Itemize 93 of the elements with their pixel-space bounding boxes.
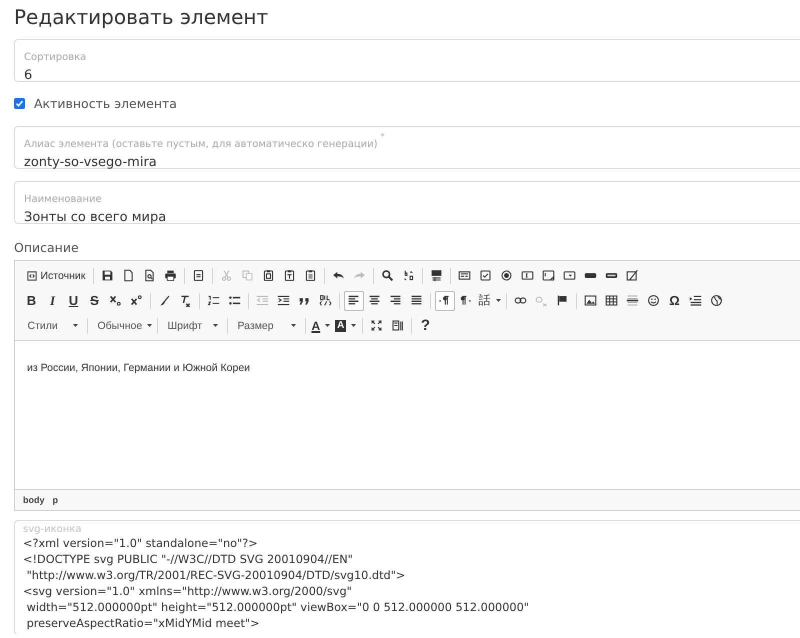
subscript-icon [109, 294, 122, 307]
code-line: width="512.000000pt" height="512.000000pt" viewBox="0 0 512.000000 512.000000" [26, 600, 529, 616]
caret-icon [290, 324, 296, 327]
hidden-field-icon [626, 269, 639, 282]
clipboard-icon [262, 269, 275, 282]
underline-button[interactable]: U [64, 290, 84, 310]
blocks-icon [390, 319, 404, 332]
italic-button[interactable]: I [42, 290, 62, 310]
horizontal-rule-icon [626, 294, 639, 307]
code-line: <!DOCTYPE svg PUBLIC "-//W3C//DTD SVG 20010904//EN" [23, 552, 353, 568]
table-icon [605, 294, 618, 307]
alias-field[interactable]: Алиас элемента (оставьте пустым, для автоматическо генерации) * zonty-so-vsego-mira [14, 126, 800, 169]
sort-field[interactable]: Сортировка 6 [14, 39, 800, 82]
clipboard-text-icon [282, 269, 296, 282]
radio-icon [500, 269, 513, 282]
description-label: Описание [14, 240, 79, 256]
path-element-link[interactable]: body [23, 495, 44, 505]
align-left-icon [347, 294, 360, 307]
source-icon [26, 270, 38, 282]
image-icon [584, 294, 597, 307]
field-label: Наименование [24, 193, 102, 206]
clear-format-icon [179, 294, 192, 307]
field-label: Алиас элемента (оставьте пустым, для автоматическо генерации) [24, 138, 378, 151]
document-lines-icon [192, 269, 205, 282]
active-checkbox[interactable] [14, 98, 25, 108]
text-field-icon [520, 269, 534, 282]
name-field[interactable]: Наименование Зонты со всего мира [14, 181, 800, 224]
field-label: svg-иконка [23, 524, 82, 536]
search-icon [380, 269, 394, 282]
dropdown[interactable]: Размер [232, 316, 302, 336]
field-label: Сортировка [24, 51, 86, 64]
form-icon [458, 269, 471, 282]
language-button[interactable]: 話 [476, 290, 502, 310]
align-right-icon [389, 294, 402, 307]
outdent-icon [256, 294, 269, 307]
scissors-icon [220, 269, 233, 282]
field-value: Зонты со всего мира [24, 209, 166, 226]
checkbox-icon [478, 269, 492, 282]
superscript-icon [130, 294, 143, 307]
page-magnifier-icon [142, 269, 156, 282]
dropdown[interactable]: Обычное [92, 316, 154, 336]
caret-icon [147, 324, 152, 327]
globe-icon [710, 294, 723, 307]
field-value: zonty-so-vsego-mira [24, 154, 157, 171]
copy-icon [240, 269, 254, 282]
div-icon [319, 294, 332, 307]
caret-icon [212, 324, 218, 327]
replace-icon [402, 269, 415, 282]
code-line: <?xml version="1.0" standalone="no"?> [23, 536, 258, 552]
page-icon [122, 269, 135, 282]
printer-icon [164, 269, 177, 282]
flag-icon [556, 294, 569, 307]
page-break-icon [689, 294, 702, 307]
caret-icon [351, 324, 356, 327]
checkbox-label: Активность элемента [34, 96, 177, 110]
dropdown-icon [562, 269, 576, 282]
pilcrow-right-icon [438, 294, 451, 307]
svg-code-field[interactable] [14, 520, 800, 634]
about-button[interactable]: ? [415, 316, 436, 336]
page-title: Редактировать элемент [14, 4, 268, 30]
special-char-button[interactable]: Ω [664, 290, 684, 310]
dropdown[interactable]: Стили [22, 316, 84, 336]
field-value: 6 [24, 67, 32, 84]
code-line: preserveAspectRatio="xMidYMid meet"> [26, 616, 260, 632]
content-text: из России, Японии, Германии и Южной Кореи [27, 362, 250, 374]
textarea-icon [542, 269, 555, 282]
code-line: <svg version="1.0" xmlns="http://www.w3.org/2000/svg" [23, 584, 352, 600]
caret-icon [496, 299, 500, 302]
brush-icon [158, 294, 171, 307]
background-color-button[interactable]: A [333, 316, 358, 336]
expand-arrows-icon [370, 319, 383, 332]
bold-button[interactable]: B [22, 290, 42, 310]
strike-button[interactable]: S [84, 290, 104, 310]
ltr-button[interactable] [434, 290, 454, 310]
source-button[interactable]: Источник [22, 266, 90, 286]
dropdown[interactable]: Шрифт [162, 316, 224, 336]
justify-icon [410, 294, 423, 307]
bulleted-list-icon [228, 294, 241, 307]
text-color-button[interactable]: A [310, 316, 332, 336]
caret-icon [325, 324, 330, 327]
caret-icon [72, 324, 78, 327]
indent-icon [277, 294, 290, 307]
clipboard-page-icon [304, 269, 317, 282]
numbered-list-icon [207, 294, 220, 307]
select-all-icon [430, 269, 443, 282]
path-element-link[interactable]: p [52, 495, 58, 505]
align-left-button[interactable] [344, 290, 364, 310]
smiley-icon [647, 294, 660, 307]
broken-link-icon [535, 294, 548, 307]
align-center-icon [368, 294, 381, 307]
required-mark: * [380, 132, 385, 141]
pilcrow-left-icon [459, 294, 472, 307]
code-line: "http://www.w3.org/TR/2001/REC-SVG-20010904/DTD/svg10.dtd"> [26, 568, 406, 584]
